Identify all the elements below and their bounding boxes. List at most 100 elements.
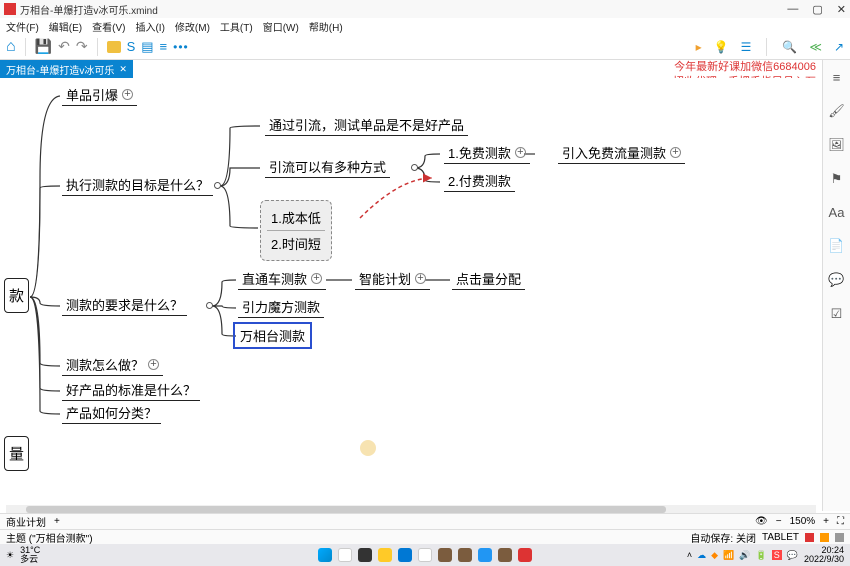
xmind-taskbar-icon[interactable] [518,548,532,562]
node-yinru[interactable]: 引入免费流量测款+ [558,143,685,164]
menu-help[interactable]: 帮助(H) [309,19,343,34]
menu-tools[interactable]: 工具(T) [220,19,253,34]
menu-file[interactable]: 文件(F) [6,19,39,34]
node-zhitongche[interactable]: 直通车测款+ [238,269,326,290]
link-icon[interactable]: S [127,39,136,54]
summary-icon[interactable]: ≡ [160,39,168,54]
collapse-dot[interactable] [214,182,221,189]
windows-taskbar[interactable]: ☀ 31°C 多云 ˄ ☁ ◆ 📶 🔊 🔋 S 💬 20:24 2022/9/3… [0,544,850,566]
collapse-dot[interactable] [411,164,418,171]
start-icon[interactable] [318,548,332,562]
more-icon[interactable]: ••• [173,40,189,54]
image-icon[interactable]: 🖼 [828,137,845,153]
menu-window[interactable]: 窗口(W) [263,19,299,34]
fullscreen-icon[interactable]: ⛶ [837,516,844,527]
node-tongguoyinliu[interactable]: 通过引流，测试单品是不是好产品 [265,115,468,136]
app4-icon[interactable] [498,548,512,562]
node-zenme[interactable]: 测款怎么做？+ [62,355,163,376]
idea-icon[interactable]: 💡 [714,40,729,54]
mindmap-canvas[interactable]: 款 量 单品引爆+ 通过引流，测试单品是不是好产品 执行测款的目标是什么？ 引流… [0,78,822,511]
root-node-kuan[interactable]: 款 [4,278,29,313]
node-zhineng[interactable]: 智能计划+ [355,269,430,290]
zoom-out-button[interactable]: − [776,516,782,527]
expand-icon[interactable]: + [148,359,159,370]
marker-icon[interactable]: ⚑ [831,171,843,187]
outline-icon[interactable]: ≡ [833,70,841,85]
chrome-icon[interactable] [418,548,432,562]
system-tray[interactable]: ˄ ☁ ◆ 📶 🔊 🔋 S 💬 [687,550,798,561]
weather-icon[interactable]: ☀ [6,550,14,561]
tray-onedrive-icon[interactable]: ☁ [697,550,706,561]
taskview-icon[interactable] [358,548,372,562]
node-fufei[interactable]: 2.付费测款 [444,171,515,192]
node-yaoqiu[interactable]: 测款的要求是什么？ [62,295,187,316]
node-haochanpin[interactable]: 好产品的标准是什么？ [62,380,200,401]
app2-icon[interactable] [458,548,472,562]
edge-icon[interactable] [398,548,412,562]
zoom-in-button[interactable]: + [823,516,829,527]
node-danpin[interactable]: 单品引爆+ [62,85,137,106]
status-autosave[interactable]: 自动保存: 关闭 [690,530,756,545]
search-icon[interactable]: 🔍 [782,40,797,54]
add-sheet-button[interactable]: + [54,516,60,527]
export-icon[interactable]: ↗ [834,40,844,54]
root-node-liang[interactable]: 量 [4,436,29,471]
collapse-dot[interactable] [206,302,213,309]
home-icon[interactable]: ⌂ [6,38,16,56]
expand-icon[interactable]: + [122,89,133,100]
weather-widget[interactable]: 31°C 多云 [20,546,40,564]
node-chengben[interactable]: 1.成本低 [267,205,325,231]
node-ruhe[interactable]: 产品如何分类？ [62,403,161,424]
status-topic: 主题 ("万相台测款") [6,530,93,545]
boundary-icon[interactable]: ▤ [141,39,153,55]
menu-view[interactable]: 查看(V) [92,19,125,34]
tray-battery-icon[interactable]: 🔋 [756,550,767,561]
format-icon[interactable]: ☰ [741,40,752,54]
menu-insert[interactable]: 插入(I) [135,19,164,34]
app3-icon[interactable] [478,548,492,562]
minimize-button[interactable]: — [787,3,798,16]
node-boxed-group[interactable]: 1.成本低 2.时间短 [260,200,332,261]
comments-icon[interactable]: 💬 [828,272,844,288]
maximize-button[interactable]: ▢ [812,3,822,16]
menu-edit[interactable]: 编辑(E) [49,19,82,34]
tray-chevron-icon[interactable]: ˄ [687,550,692,560]
sheet-tab[interactable]: 商业计划 [6,514,46,529]
expand-icon[interactable]: + [515,147,526,158]
present-icon[interactable]: ▸ [696,40,702,54]
note-icon[interactable] [107,41,121,53]
tray-volume-icon[interactable]: 🔊 [739,550,750,561]
node-zhixing[interactable]: 执行测款的目标是什么？ [62,175,213,196]
tray-wifi-icon[interactable]: 📶 [723,550,734,561]
close-button[interactable]: ✕ [837,3,846,16]
undo-icon[interactable]: ↶ [58,38,70,55]
redo-icon[interactable]: ↷ [76,38,88,55]
node-wanxiang-selected[interactable]: 万相台测款 [233,322,312,349]
tray-notification-icon[interactable]: 💬 [787,550,798,561]
expand-icon[interactable]: + [311,273,322,284]
task-icon[interactable]: ☑ [831,306,843,322]
tray-ime-icon[interactable]: S [772,550,782,560]
node-yinli[interactable]: 引力魔方测款 [238,297,324,318]
tray-app-icon[interactable]: ◆ [711,550,718,561]
menu-modify[interactable]: 修改(M) [175,19,210,34]
node-dianji[interactable]: 点击量分配 [452,269,525,290]
format-panel-icon[interactable]: 🖌 [828,103,845,119]
node-mianfei[interactable]: 1.免费测款+ [444,143,530,164]
node-yinliu[interactable]: 引流可以有多种方式 [265,157,390,178]
taskbar-clock[interactable]: 20:24 2022/9/30 [804,546,844,564]
font-icon[interactable]: Aa [829,205,845,220]
explorer-icon[interactable] [378,548,392,562]
notes-icon[interactable]: 📄 [828,238,844,254]
app1-icon[interactable] [438,548,452,562]
share-icon[interactable]: ≪ [809,40,822,54]
expand-icon[interactable]: + [670,147,681,158]
expand-icon[interactable]: + [415,273,426,284]
tab-close-icon[interactable]: ✕ [119,64,127,75]
save-icon[interactable]: 💾 [35,38,52,55]
view-icon[interactable]: 👁 [755,516,768,527]
zoom-level[interactable]: 150% [790,516,816,527]
node-shijian[interactable]: 2.时间短 [267,231,325,256]
search-taskbar-icon[interactable] [338,548,352,562]
document-tab[interactable]: 万相台-单爆打造v冰可乐 ✕ [0,60,133,78]
